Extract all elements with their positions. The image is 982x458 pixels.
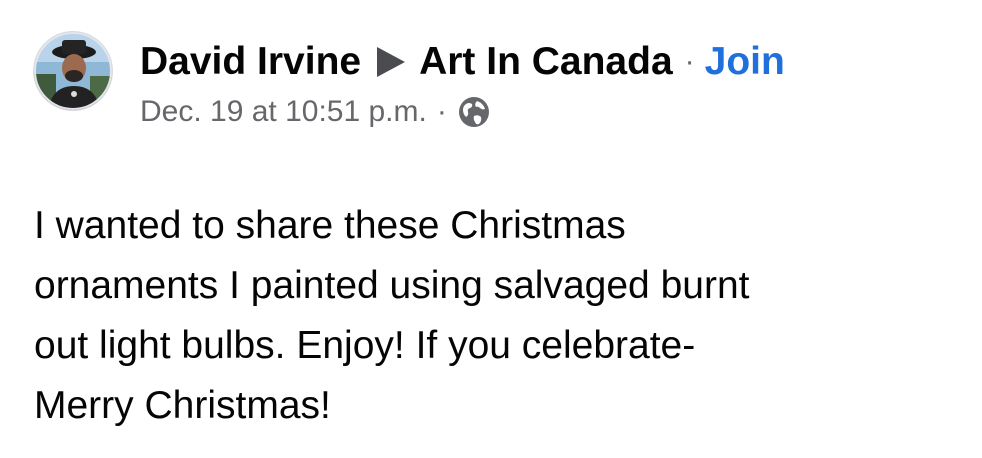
post-text-line: ornaments I painted using salvaged burnt <box>34 264 750 307</box>
title-line: David Irvine Art In Canada · Join <box>140 36 950 88</box>
avatar[interactable] <box>34 32 112 110</box>
separator-dot: · <box>684 45 695 78</box>
post-text-line: Merry Christmas! <box>34 384 331 427</box>
post-header: David Irvine Art In Canada · Join Dec. 1… <box>34 30 954 150</box>
header-text: David Irvine Art In Canada · Join Dec. 1… <box>140 36 950 132</box>
globe-icon[interactable] <box>457 95 491 129</box>
profile-photo-icon <box>34 32 112 110</box>
post-text-line: out light bulbs. Enjoy! If you celebrate… <box>34 324 696 367</box>
join-group-button[interactable]: Join <box>705 36 785 88</box>
group-name-link[interactable]: Art In Canada <box>419 36 673 88</box>
post-timestamp-link[interactable]: Dec. 19 at 10:51 p.m. <box>140 92 427 132</box>
right-triangle-icon <box>375 45 407 79</box>
post-meta: Dec. 19 at 10:51 p.m. · <box>140 92 950 132</box>
meta-separator-dot: · <box>436 95 447 128</box>
post-body: I wanted to share these Christmas orname… <box>34 196 934 436</box>
post-text-line: I wanted to share these Christmas <box>34 204 626 247</box>
author-name-link[interactable]: David Irvine <box>140 36 361 88</box>
